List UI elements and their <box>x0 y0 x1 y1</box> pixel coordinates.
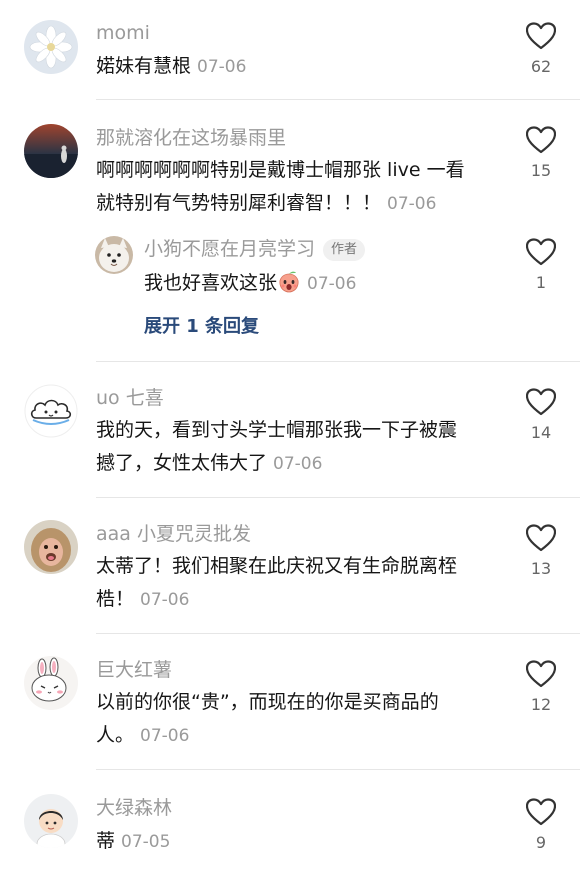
reply-like-button[interactable]: 1 <box>520 238 562 292</box>
timestamp: 07-05 <box>121 832 171 852</box>
reply-username: 小狗不愿在月亮学习 作者 <box>144 237 366 261</box>
like-count: 12 <box>530 695 552 714</box>
comment-line-2: 撼了，女性太伟大了 07-06 <box>96 447 506 481</box>
comment-text: 太蒂了！我们相聚在此庆祝又有生命脱离桎 梏！ 07-06 <box>96 550 506 617</box>
comment-line: 太蒂了！我们相聚在此庆祝又有生命脱离桎 <box>96 555 458 577</box>
username[interactable]: momi <box>96 21 150 45</box>
comment-item: momi 婼妹有慧根 07-06 62 <box>0 0 580 100</box>
comment-content: 蒂 <box>96 830 116 852</box>
bunny-sticker-avatar-icon <box>24 656 78 710</box>
comment-text: 我的天，看到寸头学士帽那张我一下子被震 撼了，女性太伟大了 07-06 <box>96 414 506 481</box>
username[interactable]: uo 七喜 <box>96 386 164 410</box>
timestamp: 07-06 <box>307 274 357 294</box>
heart-icon <box>526 798 556 826</box>
timestamp: 07-06 <box>387 194 437 214</box>
username[interactable]: 大绿森林 <box>96 796 172 820</box>
comment-item: 大绿森林 蒂 07-05 9 <box>0 770 580 876</box>
heart-icon <box>526 126 556 154</box>
comment-item: 那就溶化在这场暴雨里 啊啊啊啊啊啊特别是戴博士帽那张 live 一看 就特别有气… <box>0 100 580 362</box>
monkey-avatar-icon <box>24 520 78 574</box>
sunset-figure-avatar-icon <box>24 124 78 178</box>
comment-content: 婼妹有慧根 <box>96 55 192 77</box>
comment-text: 婼妹有慧根 07-06 <box>96 50 496 84</box>
username[interactable]: aaa 小夏咒灵批发 <box>96 522 251 546</box>
username[interactable]: 那就溶化在这场暴雨里 <box>96 126 286 150</box>
heart-icon <box>526 388 556 416</box>
avatar[interactable] <box>24 384 78 438</box>
like-count: 1 <box>535 273 547 292</box>
like-count: 14 <box>530 423 552 442</box>
cartoon-boy-avatar-icon <box>24 794 78 848</box>
comment-content: 人。 <box>96 724 135 746</box>
heart-icon <box>526 22 556 50</box>
comment-text: 以前的你很“贵”，而现在的你是买商品的 人。 07-06 <box>96 686 506 753</box>
avatar[interactable] <box>24 794 78 848</box>
heart-icon <box>526 660 556 688</box>
peach-face-emoji-icon <box>279 271 299 293</box>
reply-avatar[interactable] <box>95 236 133 274</box>
comment-line-2: 人。 07-06 <box>96 719 506 753</box>
like-button[interactable]: 15 <box>520 126 562 180</box>
comment-content: 撼了，女性太伟大了 <box>96 452 268 474</box>
like-count: 15 <box>530 161 552 180</box>
avatar[interactable] <box>24 520 78 574</box>
comment-item: uo 七喜 我的天，看到寸头学士帽那张我一下子被震 撼了，女性太伟大了 07-06… <box>0 362 580 497</box>
timestamp: 07-06 <box>197 57 247 77</box>
reply-text: 我也好喜欢这张 07-06 <box>144 267 464 301</box>
reply-content: 我也好喜欢这张 <box>144 272 278 294</box>
heart-icon <box>526 524 556 552</box>
timestamp: 07-06 <box>140 726 190 746</box>
comment-text: 蒂 07-05 <box>96 825 496 859</box>
comment-item: aaa 小夏咒灵批发 太蒂了！我们相聚在此庆祝又有生命脱离桎 梏！ 07-06 1… <box>0 498 580 634</box>
comment-content: 梏！ <box>96 588 135 610</box>
like-count: 9 <box>535 833 547 852</box>
samoyed-dog-avatar-icon <box>95 236 133 274</box>
white-flower-avatar-icon <box>24 20 78 74</box>
comment-text: 啊啊啊啊啊啊特别是戴博士帽那张 live 一看 就特别有气势特别犀利睿智！！！ 0… <box>96 154 506 221</box>
heart-icon <box>526 238 556 266</box>
avatar[interactable] <box>24 656 78 710</box>
like-button[interactable]: 14 <box>520 388 562 442</box>
author-badge: 作者 <box>323 239 366 261</box>
username[interactable]: 巨大红薯 <box>96 658 172 682</box>
like-count: 62 <box>530 57 552 76</box>
expand-replies-link[interactable]: 展开 1 条回复 <box>144 312 259 338</box>
avatar[interactable] <box>24 124 78 178</box>
timestamp: 07-06 <box>140 590 190 610</box>
cloud-face-avatar-icon <box>24 384 78 438</box>
comment-line: 以前的你很“贵”，而现在的你是买商品的 <box>96 691 439 713</box>
like-button[interactable]: 12 <box>520 660 562 714</box>
like-button[interactable]: 9 <box>520 798 562 852</box>
timestamp: 07-06 <box>273 454 323 474</box>
comment-line: 啊啊啊啊啊啊特别是戴博士帽那张 live 一看 <box>96 159 465 181</box>
avatar[interactable] <box>24 20 78 74</box>
comment-line-2: 就特别有气势特别犀利睿智！！！ 07-06 <box>96 187 506 221</box>
like-button[interactable]: 13 <box>520 524 562 578</box>
comment-content: 就特别有气势特别犀利睿智！！！ <box>96 192 382 214</box>
comment-line: 我的天，看到寸头学士帽那张我一下子被震 <box>96 419 458 441</box>
reply-author-name[interactable]: 小狗不愿在月亮学习 <box>144 238 315 260</box>
comment-item: 巨大红薯 以前的你很“贵”，而现在的你是买商品的 人。 07-06 12 <box>0 634 580 770</box>
comment-line-2: 梏！ 07-06 <box>96 583 506 617</box>
like-count: 13 <box>530 559 552 578</box>
like-button[interactable]: 62 <box>520 22 562 76</box>
